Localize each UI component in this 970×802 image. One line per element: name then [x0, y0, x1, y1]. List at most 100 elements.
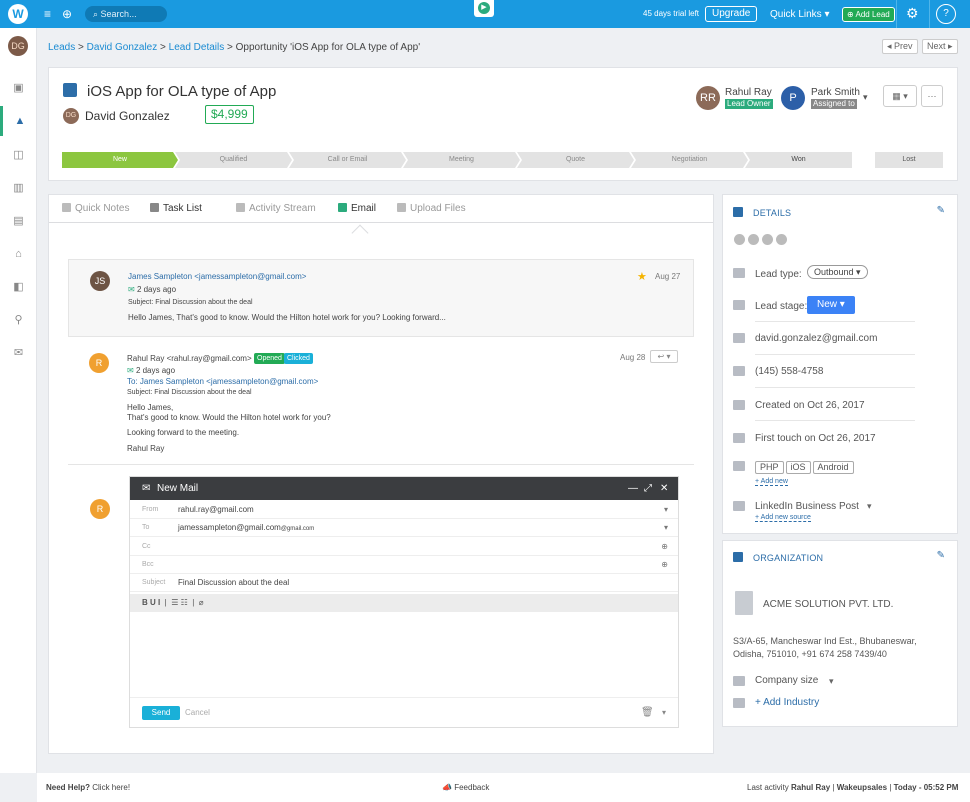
menu-icon[interactable]: ≡	[44, 7, 51, 21]
email-body-line: Hello James,	[127, 403, 174, 412]
add-industry-link[interactable]: + Add Industry	[755, 697, 819, 708]
stage-negotiation[interactable]: Negotiation	[631, 152, 748, 168]
tag-list: PHP iOS Android	[755, 461, 856, 474]
bullet-list-icon[interactable]: ☷	[181, 598, 188, 607]
from-field[interactable]: From rahul.ray@gmail.com ▾	[130, 501, 678, 519]
tab-upload-files[interactable]: Upload Files	[397, 203, 466, 214]
user-avatar[interactable]: DG	[8, 36, 28, 56]
mail-icon[interactable]: ✉	[0, 338, 37, 368]
chevron-down-icon[interactable]: ▾	[867, 501, 872, 512]
facebook-icon[interactable]	[776, 234, 787, 245]
tab-email[interactable]: Email	[338, 203, 376, 214]
tag-php[interactable]: PHP	[755, 461, 784, 474]
stage-call-or-email[interactable]: Call or Email	[289, 152, 406, 168]
stage-meeting[interactable]: Meeting	[403, 152, 520, 168]
edit-pencil-icon[interactable]: ✎	[937, 550, 945, 561]
email-time: ✉ 2 days ago	[127, 366, 176, 375]
list-icon[interactable]: ☰	[171, 598, 178, 607]
chevron-down-icon[interactable]: ▾	[664, 519, 668, 537]
assignee-dropdown-icon[interactable]: ▾	[863, 92, 868, 103]
add-bcc-icon[interactable]: ⊕	[661, 556, 668, 574]
deal-amount[interactable]: $4,999	[205, 105, 254, 124]
organization-name[interactable]: ACME SOLUTION PVT. LTD.	[763, 599, 893, 610]
tab-activity-stream[interactable]: Activity Stream	[236, 203, 316, 214]
prev-button[interactable]: ◂ Prev	[882, 39, 918, 54]
breadcrumb-lead-details[interactable]: Lead Details	[169, 42, 225, 53]
more-options-button[interactable]: ···	[921, 85, 943, 107]
stage-new[interactable]: New	[62, 152, 178, 168]
stage-won[interactable]: Won	[745, 152, 852, 168]
calendar-dropdown-button[interactable]: ▦ ▾	[883, 85, 917, 107]
pipeline-icon[interactable]: ▥	[0, 173, 37, 203]
trash-icon[interactable]: 🗑	[641, 707, 654, 718]
attach-icon[interactable]: ⌀	[199, 598, 204, 607]
twitter-icon[interactable]	[748, 234, 759, 245]
to-field[interactable]: To jamessampleton@gmail.com@gmail.com ▾	[130, 519, 678, 537]
feedback-link[interactable]: 📣 Feedback	[442, 773, 489, 802]
linkedin-icon[interactable]	[762, 234, 773, 245]
add-circle-icon[interactable]: ⊕	[62, 7, 72, 21]
tag-ios[interactable]: iOS	[785, 461, 811, 474]
upgrade-button[interactable]: Upgrade	[705, 6, 758, 22]
chevron-down-icon[interactable]: ▾	[664, 501, 668, 519]
dashboard-icon[interactable]: ▣	[0, 73, 37, 103]
minimize-icon[interactable]: —	[628, 477, 638, 500]
bcc-field[interactable]: Bcc ⊕	[130, 556, 678, 574]
trial-text: 45 days trial left	[643, 9, 700, 18]
add-source-link[interactable]: + Add new source	[755, 514, 811, 522]
skype-icon[interactable]	[734, 234, 745, 245]
breadcrumb-contact[interactable]: David Gonzalez	[87, 42, 158, 53]
calendar-icon[interactable]: ▤	[0, 206, 37, 236]
expand-icon[interactable]: ⤢	[644, 477, 652, 500]
format-toolbar-buttons[interactable]: B U I	[142, 598, 160, 607]
star-icon[interactable]: ★	[637, 270, 647, 283]
reply-dropdown-button[interactable]: ↩ ▾	[650, 350, 678, 363]
send-button[interactable]: Send	[142, 706, 180, 720]
email-from[interactable]: James Sampleton <jamessampleton@gmail.co…	[128, 272, 306, 281]
play-video-button[interactable]: ▶	[474, 0, 494, 17]
add-tag-link[interactable]: + Add new	[755, 478, 788, 486]
contact-name[interactable]: David Gonzalez	[85, 109, 170, 123]
email-thread-item[interactable]: JS James Sampleton <jamessampleton@gmail…	[68, 259, 694, 337]
search-input[interactable]: ⌕ Search...	[85, 6, 167, 22]
tab-quick-notes[interactable]: Quick Notes	[62, 203, 129, 214]
contact-phone[interactable]: (145) 558-4758	[755, 366, 823, 377]
edit-pencil-icon[interactable]: ✎	[937, 205, 945, 216]
quick-links-dropdown[interactable]: Quick Links ▾	[770, 9, 830, 20]
app-logo[interactable]: W	[8, 4, 28, 24]
team-icon[interactable]: ⚲	[0, 305, 37, 335]
email-thread-item[interactable]: R Rahul Ray <rahul.ray@gmail.com> Opened…	[68, 347, 694, 465]
add-lead-button[interactable]: ⊕ Add Lead	[842, 7, 895, 22]
message-body-editor[interactable]	[130, 612, 678, 698]
stage-qualified[interactable]: Qualified	[175, 152, 292, 168]
subject-field[interactable]: Subject Final Discussion about the deal	[130, 574, 678, 592]
stage-quote[interactable]: Quote	[517, 152, 634, 168]
stage-lost[interactable]: Lost	[875, 152, 943, 168]
more-dropdown-icon[interactable]: ▾	[662, 708, 666, 717]
tag-android[interactable]: Android	[812, 461, 854, 474]
company-size-dropdown[interactable]: Company size	[755, 675, 818, 686]
help-link[interactable]: Click here!	[92, 783, 130, 792]
email-to[interactable]: To: James Sampleton <jamessampleton@gmai…	[127, 377, 318, 386]
chevron-down-icon: ▾	[824, 9, 830, 20]
tab-task-list[interactable]: Task List	[150, 203, 202, 214]
email-date: Aug 28	[620, 353, 646, 362]
add-cc-icon[interactable]: ⊕	[661, 538, 668, 556]
contact-email[interactable]: david.gonzalez@gmail.com	[755, 333, 877, 344]
settings-icon[interactable]: ⚙	[906, 6, 919, 20]
organization-icon[interactable]: ⌂	[0, 239, 37, 269]
cancel-button[interactable]: Cancel	[185, 708, 210, 717]
reports-icon[interactable]: ◧	[0, 272, 37, 302]
lead-type-dropdown[interactable]: Outbound ▾	[807, 265, 868, 279]
email-from[interactable]: Rahul Ray <rahul.ray@gmail.com>	[127, 354, 252, 363]
cc-field[interactable]: Cc ⊕	[130, 538, 678, 556]
lead-stage-dropdown[interactable]: New ▾	[807, 296, 855, 314]
chevron-down-icon[interactable]: ▾	[829, 676, 834, 687]
close-icon[interactable]: ✕	[660, 477, 668, 500]
next-button[interactable]: Next ▸	[922, 39, 958, 54]
breadcrumb-leads[interactable]: Leads	[48, 42, 75, 53]
contacts-icon[interactable]: ◫	[0, 140, 37, 170]
leads-icon[interactable]: ▲	[0, 106, 37, 136]
lead-source[interactable]: LinkedIn Business Post	[755, 501, 859, 512]
help-button[interactable]: ?	[936, 4, 956, 24]
